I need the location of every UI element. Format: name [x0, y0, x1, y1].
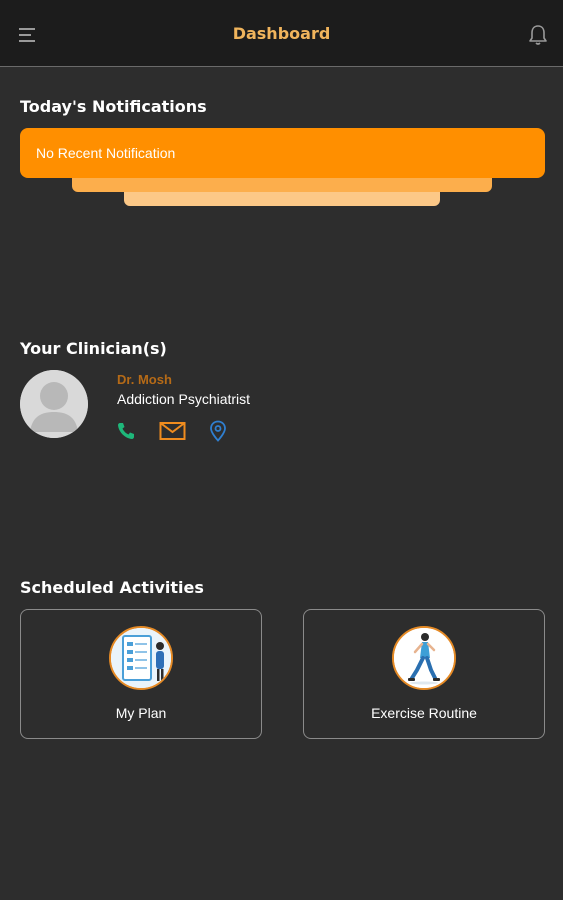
- clinician-role: Addiction Psychiatrist: [117, 391, 251, 407]
- phone-icon[interactable]: [115, 419, 137, 443]
- notification-card[interactable]: No Recent Notification: [20, 128, 545, 178]
- notification-message: No Recent Notification: [36, 145, 176, 161]
- mail-icon[interactable]: [158, 419, 186, 443]
- activity-label: Exercise Routine: [371, 705, 477, 721]
- page-title: Dashboard: [232, 24, 331, 43]
- activity-label: My Plan: [115, 705, 167, 721]
- notifications-heading: Today's Notifications: [20, 97, 207, 116]
- activity-card-exercise-routine[interactable]: Exercise Routine: [303, 609, 545, 739]
- notification-stack[interactable]: No Recent Notification: [20, 128, 545, 208]
- clinician-name: Dr. Mosh: [117, 372, 172, 387]
- clinicians-heading: Your Clinician(s): [20, 339, 167, 358]
- top-app-bar: Dashboard: [0, 0, 563, 67]
- avatar: [20, 370, 88, 438]
- bell-icon[interactable]: [525, 21, 551, 49]
- location-icon[interactable]: [207, 419, 229, 443]
- activity-card-my-plan[interactable]: My Plan: [20, 609, 262, 739]
- plan-illustration-icon: [109, 626, 173, 690]
- activities-heading: Scheduled Activities: [20, 578, 204, 597]
- exercise-illustration-icon: [392, 626, 456, 690]
